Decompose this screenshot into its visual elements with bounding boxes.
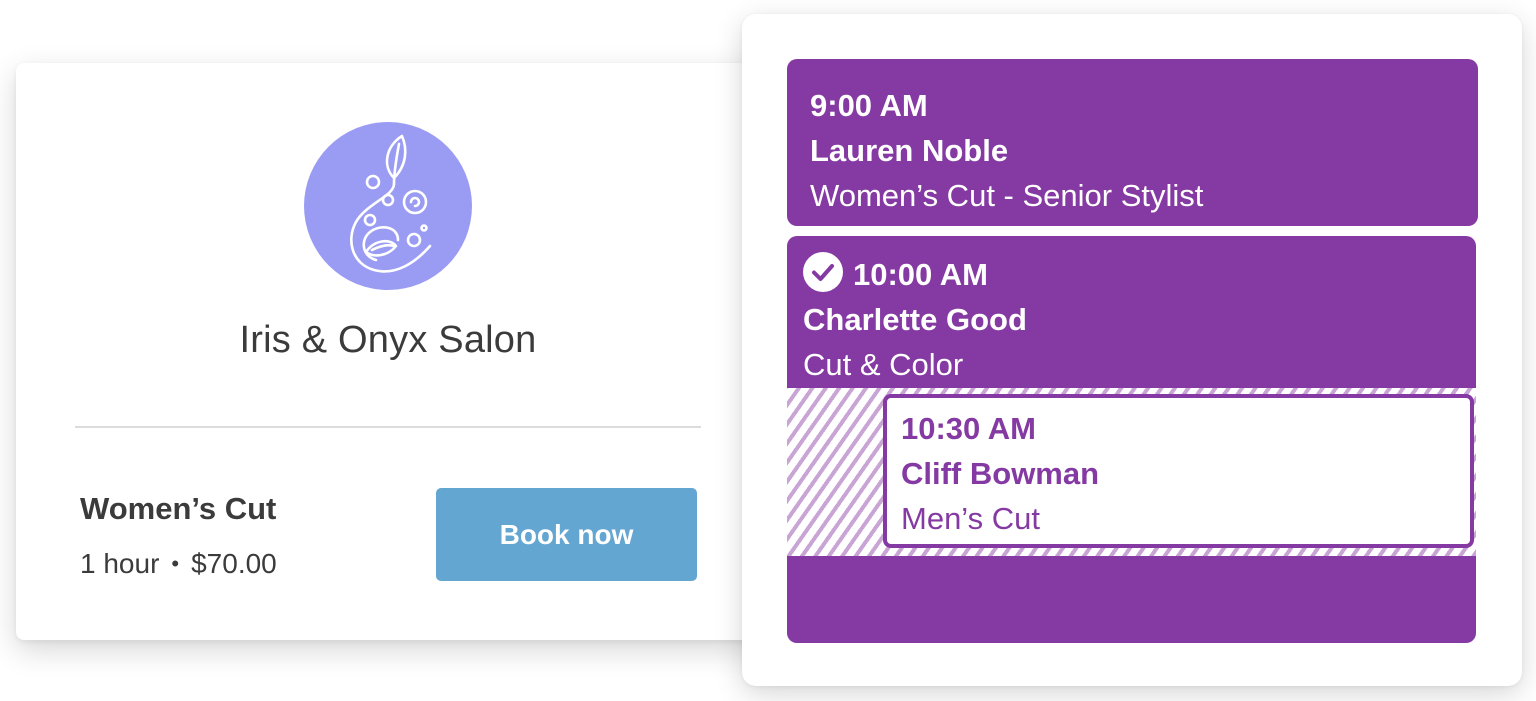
appointment-card[interactable]: 9:00 AM Lauren Noble Women’s Cut - Senio… <box>787 59 1478 226</box>
appointment-card-pending[interactable]: 10:30 AM Cliff Bowman Men’s Cut <box>883 394 1474 548</box>
stage: Iris & Onyx Salon Women’s Cut 1 hour • $70… <box>0 0 1536 701</box>
separator-dot: • <box>171 551 180 576</box>
service-meta: 1 hour • $70.00 <box>80 548 277 580</box>
appointment-service: Women’s Cut - Senior Stylist <box>810 178 1204 213</box>
appointment-card-confirmed[interactable]: 10:00 AM Charlette Good Cut & Color <box>787 236 1476 388</box>
service-name: Women’s Cut <box>80 491 277 526</box>
salon-card: Iris & Onyx Salon Women’s Cut 1 hour • $70… <box>16 63 776 640</box>
appointment-time: 10:00 AM <box>853 257 988 292</box>
appointment-block: 10:00 AM Charlette Good Cut & Color 10:3… <box>787 236 1476 643</box>
appointment-client: Charlette Good <box>803 302 1027 337</box>
service-duration: 1 hour <box>80 548 160 579</box>
salon-logo <box>304 122 472 290</box>
appointment-time: 9:00 AM <box>810 88 928 123</box>
divider <box>75 426 701 428</box>
service-price: $70.00 <box>191 548 277 579</box>
appointment-time-row: 10:00 AM <box>803 252 1476 297</box>
appointment-client: Lauren Noble <box>810 133 1009 168</box>
appointment-service: Men’s Cut <box>901 501 1040 536</box>
appointment-client: Cliff Bowman <box>901 456 1100 491</box>
salon-name: Iris & Onyx Salon <box>239 319 537 361</box>
appointment-time: 10:30 AM <box>901 411 1036 446</box>
appointment-service: Cut & Color <box>803 347 964 382</box>
leaf-swirl-logo-icon <box>350 134 432 273</box>
check-circle-icon <box>803 252 843 292</box>
schedule-card: 9:00 AM Lauren Noble Women’s Cut - Senio… <box>742 14 1522 686</box>
book-now-button[interactable]: Book now <box>436 488 697 581</box>
